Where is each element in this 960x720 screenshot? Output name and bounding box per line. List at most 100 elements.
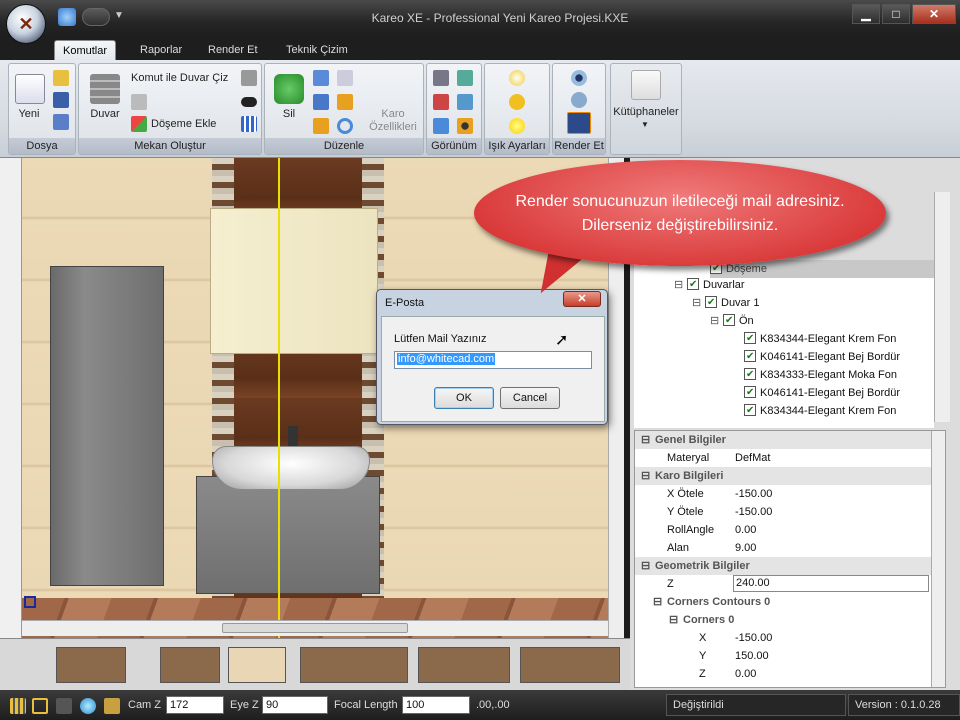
snap-icon[interactable] bbox=[32, 698, 48, 714]
duvar-button[interactable]: Duvar bbox=[85, 74, 125, 120]
tree-node-tile[interactable]: K046141-Elegant Bej Bordür bbox=[744, 348, 900, 366]
category-karo[interactable]: ⊟ Karo Bilgileri bbox=[635, 467, 931, 485]
tree-node-on[interactable]: ⊟ Ön bbox=[710, 312, 754, 330]
property-row[interactable]: Y Ötele -150.00 bbox=[635, 503, 931, 521]
dialog-close-button[interactable]: ✕ bbox=[563, 291, 601, 307]
window-icon[interactable] bbox=[241, 97, 257, 107]
checkbox-icon[interactable] bbox=[744, 348, 756, 366]
collapse-icon[interactable]: ⊟ bbox=[641, 431, 650, 449]
sink[interactable] bbox=[212, 446, 370, 490]
sun-icon[interactable] bbox=[509, 118, 525, 134]
category-geometrik[interactable]: ⊟ Geometrik Bilgiler bbox=[635, 557, 931, 575]
collapse-icon[interactable]: ⊟ bbox=[641, 557, 650, 575]
property-row[interactable]: Materyal DefMat bbox=[635, 449, 931, 467]
tab-render-et[interactable]: Render Et bbox=[200, 40, 266, 60]
collapse-icon[interactable]: ⊟ bbox=[692, 294, 701, 312]
light-bulb-icon[interactable] bbox=[509, 70, 525, 86]
close-button[interactable]: ✕ bbox=[912, 4, 956, 24]
tree-node-tile[interactable]: K834333-Elegant Moka Fon bbox=[744, 366, 897, 384]
thumbnail[interactable] bbox=[56, 647, 126, 683]
render-eye-icon[interactable] bbox=[571, 70, 587, 86]
open-folder-icon[interactable] bbox=[53, 70, 69, 86]
save-as-icon[interactable] bbox=[53, 114, 69, 130]
kutuphaneler-button[interactable]: Kütüphaneler ▼ bbox=[610, 63, 682, 155]
category-genel[interactable]: ⊟ Genel Bilgiler bbox=[635, 431, 931, 449]
sil-button[interactable]: Sil bbox=[271, 74, 307, 120]
thumbnail[interactable] bbox=[228, 647, 286, 683]
viewport-horizontal-scrollbar[interactable] bbox=[22, 620, 608, 636]
mirror-cabinet[interactable] bbox=[210, 208, 378, 354]
grid-toggle-icon[interactable] bbox=[10, 698, 26, 714]
subcategory-corners[interactable]: ⊟ Corners 0 bbox=[635, 611, 931, 629]
settings-gear-icon[interactable] bbox=[80, 698, 96, 714]
karo-ozellikleri-button[interactable]: Karo Özellikleri bbox=[365, 108, 421, 134]
app-menu-button[interactable]: ✕ bbox=[6, 4, 46, 44]
tree-node-duvarlar[interactable]: ⊟ Duvarlar bbox=[674, 276, 745, 294]
doseme-ekle-button[interactable]: Döşeme Ekle bbox=[151, 118, 216, 130]
tree-node-tile[interactable]: K046141-Elegant Bej Bordür bbox=[744, 384, 900, 402]
tree-node-tile[interactable]: K834344-Elegant Krem Fon bbox=[744, 402, 896, 420]
vanity-unit[interactable] bbox=[196, 476, 380, 594]
komut-ile-duvar-ciz-button[interactable]: Komut ile Duvar Çiz bbox=[131, 72, 228, 84]
property-scrollbar[interactable] bbox=[931, 431, 945, 687]
property-row[interactable]: Z 0.00 bbox=[635, 665, 931, 683]
tree-node-tile[interactable]: K834344-Elegant Krem Fon bbox=[744, 330, 896, 348]
tab-raporlar[interactable]: Raporlar bbox=[132, 40, 190, 60]
collapse-icon[interactable]: ⊟ bbox=[674, 276, 683, 294]
cam-z-input[interactable]: 172 bbox=[166, 696, 224, 714]
paste-icon[interactable] bbox=[313, 94, 329, 110]
checkbox-icon[interactable] bbox=[723, 312, 735, 330]
clipboard-icon[interactable] bbox=[337, 94, 353, 110]
subcategory-contours[interactable]: ⊟ Corners Contours 0 bbox=[635, 593, 931, 611]
save-icon[interactable] bbox=[53, 92, 69, 108]
collapse-icon[interactable]: ⊟ bbox=[710, 312, 719, 330]
property-value-editor[interactable]: 240.00 bbox=[733, 575, 929, 592]
cut-icon[interactable] bbox=[313, 118, 329, 134]
zoom-in-icon[interactable] bbox=[457, 70, 473, 86]
zoom-out-icon[interactable] bbox=[457, 94, 473, 110]
property-row[interactable]: RollAngle 0.00 bbox=[635, 521, 931, 539]
render-globe-icon[interactable] bbox=[571, 92, 587, 108]
tab-komutlar[interactable]: Komutlar bbox=[54, 40, 117, 60]
selection-marker[interactable] bbox=[24, 596, 36, 608]
property-row[interactable]: Z 240.00 bbox=[635, 575, 931, 593]
thumbnail[interactable] bbox=[520, 647, 620, 683]
measure-icon[interactable] bbox=[104, 698, 120, 714]
light-v-icon[interactable] bbox=[509, 94, 525, 110]
eye-icon[interactable] bbox=[457, 118, 473, 134]
pan-icon[interactable] bbox=[433, 94, 449, 110]
checkbox-icon[interactable] bbox=[744, 330, 756, 348]
door-icon[interactable] bbox=[241, 70, 257, 86]
thumbnail[interactable] bbox=[418, 647, 510, 683]
checkbox-icon[interactable] bbox=[687, 276, 699, 294]
yeni-button[interactable]: Yeni bbox=[15, 74, 45, 120]
cancel-button[interactable]: Cancel bbox=[500, 387, 560, 409]
checkbox-icon[interactable] bbox=[744, 384, 756, 402]
property-row[interactable]: Y 150.00 bbox=[635, 647, 931, 665]
eye-z-input[interactable]: 90 bbox=[262, 696, 328, 714]
checkbox-icon[interactable] bbox=[744, 402, 756, 420]
rotate-icon[interactable] bbox=[337, 118, 353, 134]
thumbnail[interactable] bbox=[300, 647, 408, 683]
collapse-icon[interactable]: ⊟ bbox=[669, 611, 678, 629]
collapse-icon[interactable]: ⊟ bbox=[653, 593, 662, 611]
collapse-icon[interactable]: ⊟ bbox=[641, 467, 650, 485]
property-row[interactable]: Alan 9.00 bbox=[635, 539, 931, 557]
thumbnail[interactable] bbox=[160, 647, 220, 683]
copy-icon[interactable] bbox=[337, 70, 353, 86]
ok-button[interactable]: OK bbox=[434, 387, 494, 409]
checkbox-icon[interactable] bbox=[744, 366, 756, 384]
maximize-button[interactable]: □ bbox=[882, 4, 910, 24]
email-input[interactable]: info@whitecad.com bbox=[394, 351, 592, 369]
tall-cabinet[interactable] bbox=[50, 266, 164, 586]
move-icon[interactable] bbox=[313, 70, 329, 86]
property-row[interactable]: X -150.00 bbox=[635, 629, 931, 647]
tab-teknik-cizim[interactable]: Teknik Çizim bbox=[278, 40, 356, 60]
layer-icon[interactable] bbox=[56, 698, 72, 714]
tree-scrollbar[interactable] bbox=[934, 192, 950, 422]
checkbox-icon[interactable] bbox=[705, 294, 717, 312]
focal-length-input[interactable]: 100 bbox=[402, 696, 470, 714]
orbit-icon[interactable] bbox=[433, 118, 449, 134]
grid-icon[interactable] bbox=[241, 116, 257, 132]
render-camera-icon[interactable] bbox=[567, 112, 591, 134]
